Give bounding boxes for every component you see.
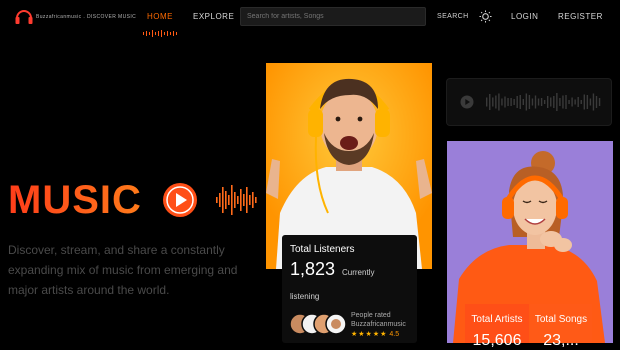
waveform-bar	[550, 97, 552, 107]
nav-explore[interactable]: EXPLORE	[193, 12, 234, 21]
waveform-bar	[528, 95, 531, 109]
rating-value: 4.5	[389, 331, 400, 338]
audio-player[interactable]	[446, 78, 612, 126]
waveform-bar	[492, 97, 494, 107]
waveform-bar	[513, 99, 515, 105]
search-button[interactable]: SEARCH	[437, 13, 469, 20]
register-link[interactable]: REGISTER	[558, 12, 603, 21]
waveform-bar	[504, 96, 506, 108]
waveform-bar	[583, 94, 585, 110]
waveform-bar	[571, 97, 573, 107]
star-rating: ★★★★★ 4.5	[351, 330, 399, 338]
logo[interactable]: Buzzafricanmusic . DISCOVER MUSIC	[14, 6, 136, 28]
waveform-bar	[586, 95, 589, 109]
hero-description: Discover, stream, and share a constantly…	[8, 243, 238, 297]
waveform-bar	[559, 98, 561, 106]
nav-home[interactable]: HOME	[147, 12, 173, 21]
total-songs-value: 23,...	[543, 332, 579, 349]
waveform-bar	[568, 100, 570, 104]
listener-avatars	[290, 313, 346, 335]
waveform-bar	[516, 96, 518, 108]
waveform-bar	[486, 97, 488, 107]
waveform-bar	[574, 99, 576, 105]
waveform-bar	[565, 95, 567, 109]
soundwave-icon	[216, 185, 257, 215]
waveform-bar	[589, 98, 592, 106]
play-icon	[166, 186, 194, 214]
headphones-logo-icon	[15, 10, 33, 24]
waveform-bar	[543, 100, 546, 104]
total-artists-value: 15,606	[472, 332, 522, 349]
listeners-count: 1,823	[290, 259, 336, 279]
waveform-bar	[592, 93, 595, 111]
total-songs-stat: Total Songs 23,...	[530, 304, 592, 349]
waveform-bar	[580, 100, 582, 104]
hero-title: MUSIC	[8, 178, 142, 222]
nav-active-wave-indicator	[143, 30, 177, 37]
waveform-bar	[534, 95, 537, 109]
search-input[interactable]	[240, 7, 426, 26]
total-listeners-card: Total Listeners 1,823 Currently listenin…	[282, 235, 417, 343]
waveform-bar	[553, 96, 555, 108]
waveform-bar	[522, 99, 524, 105]
waveform-bar	[525, 93, 528, 111]
waveform-bar	[519, 95, 521, 109]
waveform-bar	[531, 98, 534, 106]
sun-icon[interactable]	[479, 10, 492, 23]
listeners-title: Total Listeners	[290, 244, 355, 255]
listeners-suffix-2: listening	[290, 292, 320, 301]
total-songs-label: Total Songs	[534, 314, 588, 325]
waveform-bar	[540, 98, 543, 106]
total-artists-label: Total Artists	[471, 314, 523, 325]
waveform-bar	[562, 95, 564, 109]
waveform-bar	[495, 95, 497, 109]
waveform-bar	[577, 97, 579, 107]
waveform-bar	[556, 93, 558, 111]
waveform-bar	[489, 94, 491, 110]
waveform-bar	[498, 93, 500, 111]
waveform-bar	[598, 98, 601, 106]
waveform-bar	[547, 96, 549, 108]
waveform-bar	[510, 98, 512, 106]
waveform-bar	[501, 98, 503, 106]
logo-tagline: Buzzafricanmusic . DISCOVER MUSIC	[36, 14, 137, 20]
total-artists-stat: Total Artists 15,606	[465, 304, 529, 349]
hero-play-button[interactable]	[163, 183, 197, 217]
listeners-suffix: Currently	[342, 268, 375, 277]
login-link[interactable]: LOGIN	[511, 12, 538, 21]
player-waveform[interactable]	[485, 91, 603, 113]
player-play-icon[interactable]	[460, 95, 474, 109]
waveform-bar	[537, 98, 540, 106]
rated-text: People rated Buzzafricanmusic	[351, 312, 406, 328]
stars-icon: ★★★★★	[351, 331, 388, 338]
waveform-bar	[595, 96, 598, 108]
waveform-bar	[507, 98, 509, 106]
